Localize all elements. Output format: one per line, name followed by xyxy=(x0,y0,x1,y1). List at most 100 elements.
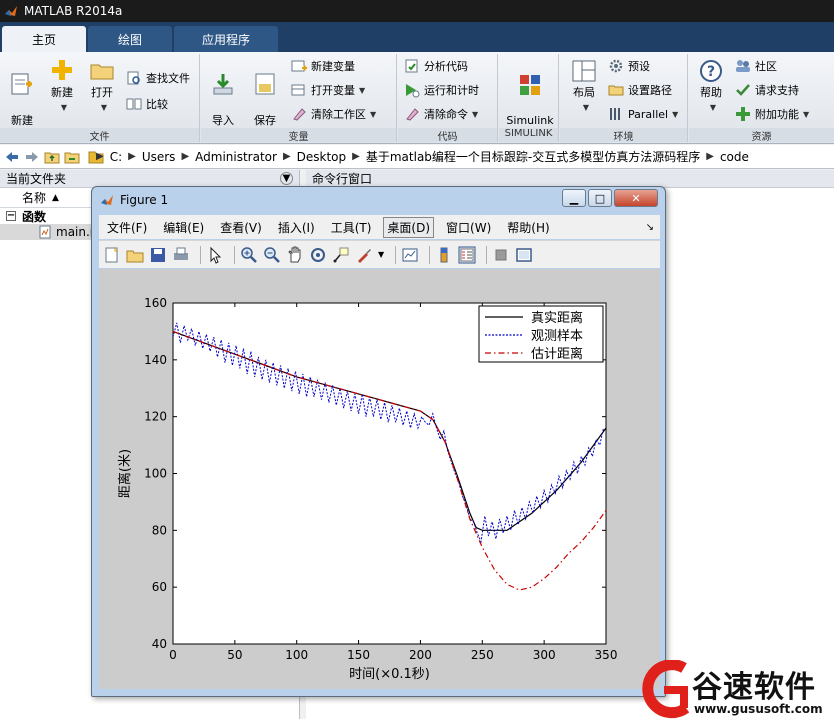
colorbar-icon[interactable] xyxy=(435,246,453,264)
breadcrumb-desktop[interactable]: Desktop xyxy=(297,150,347,164)
new-figure-icon[interactable] xyxy=(103,246,121,264)
help-button[interactable]: ? 帮助 ▼ xyxy=(691,58,731,115)
ribbon-tabs: 主页 绘图 应用程序 xyxy=(0,22,834,52)
minimize-button[interactable]: ▁ xyxy=(562,189,586,207)
tab-apps[interactable]: 应用程序 xyxy=(174,26,278,52)
browse-folder-icon[interactable] xyxy=(64,149,80,165)
menu-window[interactable]: 窗口(W) xyxy=(446,219,491,236)
chevron-right-icon: ▶ xyxy=(96,151,104,162)
group-label-resources: 资源 xyxy=(689,128,834,143)
menu-edit[interactable]: 编辑(E) xyxy=(163,219,204,236)
group-label-environment: 环境 xyxy=(560,128,687,143)
new-button[interactable]: 新建 ▼ xyxy=(42,58,82,115)
set-path-button[interactable]: 设置路径 xyxy=(608,80,672,100)
command-window-title: 命令行窗口 xyxy=(312,172,373,186)
legend-label-3: 估计距离 xyxy=(531,346,583,362)
new-variable-label: 新建变量 xyxy=(311,60,355,73)
chevron-right-icon: ▶ xyxy=(706,151,714,162)
toolbar-separator xyxy=(429,245,431,264)
ribbon-group-environment: 布局 ▼ 预设 设置路径 Parallel ▼ 环境 xyxy=(560,54,688,143)
breadcrumb-code[interactable]: code xyxy=(720,150,749,164)
tab-plots[interactable]: 绘图 xyxy=(88,26,172,52)
clear-commands-button[interactable]: 清除命令 ▼ xyxy=(404,104,478,124)
open-label: 打开 xyxy=(91,86,113,99)
parallel-button[interactable]: Parallel ▼ xyxy=(608,104,678,124)
analyze-code-icon xyxy=(405,59,418,73)
maximize-button[interactable]: □ xyxy=(588,189,612,207)
layout-button[interactable]: 布局 ▼ xyxy=(564,58,604,115)
dock-arrow-icon[interactable]: ↘ xyxy=(646,222,654,233)
chevron-down-icon[interactable]: ▼ xyxy=(378,250,384,259)
run-and-time-button[interactable]: 运行和计时 xyxy=(404,80,479,100)
menu-tools[interactable]: 工具(T) xyxy=(331,219,372,236)
panel-menu-icon[interactable]: ▼ xyxy=(280,172,293,185)
breadcrumb-administrator[interactable]: Administrator xyxy=(195,150,277,164)
save-workspace-icon xyxy=(255,73,275,95)
toolbar-separator xyxy=(486,245,488,264)
pointer-arrow-icon[interactable] xyxy=(206,246,224,264)
y-tick-label: 140 xyxy=(144,353,167,367)
community-button[interactable]: 社区 xyxy=(735,56,777,76)
clear-workspace-button[interactable]: 清除工作区 ▼ xyxy=(291,104,376,124)
menu-insert[interactable]: 插入(I) xyxy=(278,219,315,236)
request-support-button[interactable]: 请求支持 xyxy=(735,80,799,100)
data-cursor-icon[interactable] xyxy=(332,246,350,264)
chevron-down-icon: ▼ xyxy=(472,109,479,119)
parallel-icon xyxy=(610,108,620,120)
open-variable-button[interactable]: 打开变量 ▼ xyxy=(291,80,365,100)
open-button[interactable]: 打开 ▼ xyxy=(82,58,122,115)
breadcrumb-users[interactable]: Users xyxy=(142,150,176,164)
menu-file[interactable]: 文件(F) xyxy=(107,219,147,236)
column-name-label: 名称 xyxy=(22,191,47,205)
community-icon xyxy=(736,60,750,72)
ribbon-group-file: 新建 脚本 新建▼ 打开▼ 查找文件 比较 文件 xyxy=(0,54,200,143)
hide-tools-icon[interactable] xyxy=(492,246,510,264)
close-icon: ✕ xyxy=(631,191,641,205)
app-titlebar: MATLAB R2014a xyxy=(0,0,834,22)
menu-view[interactable]: 查看(V) xyxy=(220,219,262,236)
show-tools-icon[interactable] xyxy=(515,246,533,264)
x-tick-label: 0 xyxy=(169,648,177,662)
x-tick-label: 100 xyxy=(285,648,308,662)
figure-toolbar: ▼ xyxy=(99,240,660,268)
link-plot-icon[interactable] xyxy=(401,246,419,264)
open-file-icon[interactable] xyxy=(126,246,144,264)
pan-hand-icon[interactable] xyxy=(286,246,304,264)
breadcrumb-drive[interactable]: C: xyxy=(110,150,122,164)
print-icon[interactable] xyxy=(172,246,190,264)
figure-window[interactable]: Figure 1 ▁ □ ✕ 文件(F) 编辑(E) 查看(V) 插入(I) 工… xyxy=(91,186,666,697)
zoom-out-icon[interactable] xyxy=(263,246,281,264)
parallel-label: Parallel xyxy=(628,107,669,121)
forward-arrow-icon[interactable] xyxy=(24,149,40,165)
compare-button[interactable]: 比较 xyxy=(126,94,168,114)
new-script-icon xyxy=(11,73,32,95)
zoom-in-icon[interactable] xyxy=(240,246,258,264)
find-files-button[interactable]: 查找文件 xyxy=(126,68,190,88)
tab-home[interactable]: 主页 xyxy=(2,26,86,52)
brush-icon[interactable] xyxy=(355,246,373,264)
rotate-3d-icon[interactable] xyxy=(309,246,327,264)
add-ons-button[interactable]: 附加功能 ▼ xyxy=(735,104,809,124)
preferences-label: 预设 xyxy=(628,60,650,73)
preferences-button[interactable]: 预设 xyxy=(608,56,650,76)
run-and-time-label: 运行和计时 xyxy=(424,84,479,97)
up-folder-icon[interactable] xyxy=(44,149,60,165)
back-arrow-icon[interactable] xyxy=(4,149,20,165)
close-button[interactable]: ✕ xyxy=(614,189,658,207)
find-files-label: 查找文件 xyxy=(146,72,190,85)
legend-icon[interactable] xyxy=(458,246,476,264)
menu-help[interactable]: 帮助(H) xyxy=(507,219,549,236)
new-variable-button[interactable]: 新建变量 xyxy=(291,56,355,76)
distance-line-chart[interactable]: 0 50 100 150 200 250 300 350 40 60 80 100 120 140 160 时… xyxy=(99,269,660,689)
breadcrumb-project[interactable]: 基于matlab编程一个目标跟踪-交互式多模型仿真方法源码程序 xyxy=(366,148,700,165)
save-icon[interactable] xyxy=(149,246,167,264)
matlab-logo-icon xyxy=(5,6,17,16)
address-bar[interactable]: ▶ C: ▶ Users ▶ Administrator ▶ Desktop ▶… xyxy=(0,145,834,169)
analyze-code-button[interactable]: 分析代码 xyxy=(404,56,468,76)
collapse-icon[interactable]: − xyxy=(6,211,16,221)
chevron-down-icon: ▼ xyxy=(582,103,590,112)
figure-canvas[interactable]: 0 50 100 150 200 250 300 350 40 60 80 100 120 140 160 时… xyxy=(99,269,660,689)
clear-workspace-label: 清除工作区 xyxy=(311,108,366,121)
new-variable-icon xyxy=(291,60,307,72)
menu-desktop[interactable]: 桌面(D) xyxy=(383,216,435,238)
